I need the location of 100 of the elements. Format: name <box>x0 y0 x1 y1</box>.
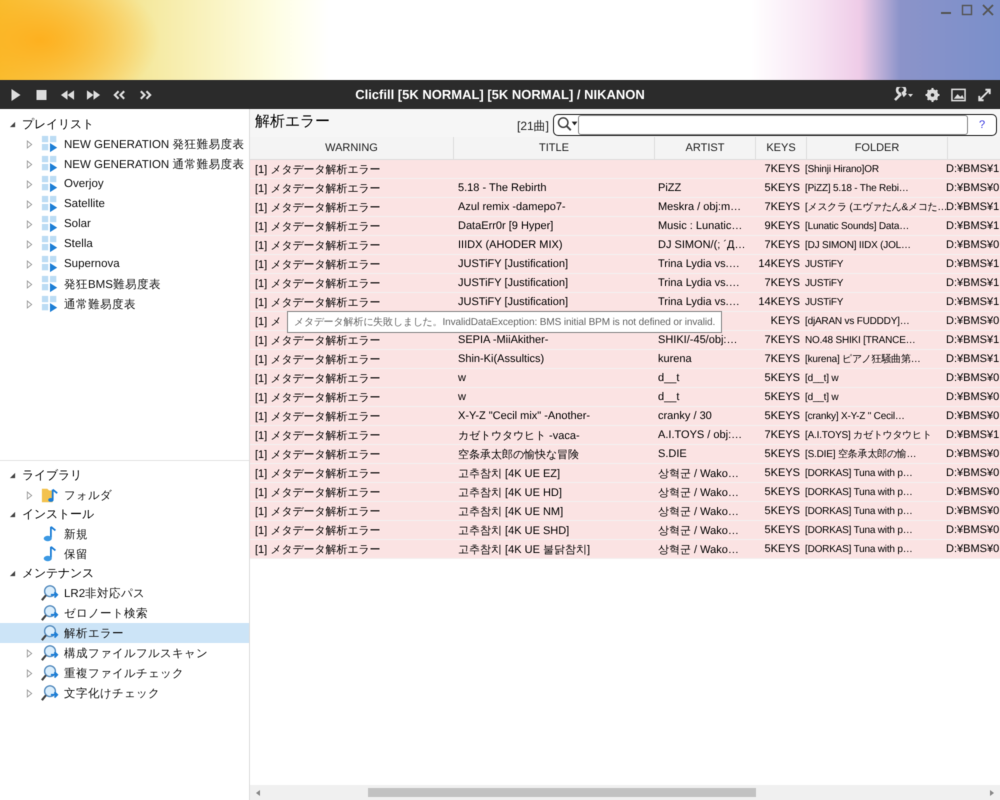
fast-forward-icon[interactable] <box>86 88 101 102</box>
expand-arrow-icon[interactable] <box>26 300 33 308</box>
expand-arrow-icon[interactable] <box>26 140 33 148</box>
expand-arrow-icon[interactable] <box>26 280 33 288</box>
search-icon[interactable] <box>556 116 578 133</box>
table-cell: D:¥BMS¥0 <box>946 524 1000 536</box>
column-header[interactable]: ARTIST <box>655 137 756 159</box>
magnifier-icon <box>40 664 60 682</box>
column-header[interactable]: TITLE <box>454 137 655 159</box>
tree-item[interactable]: NEW GENERATION 発狂難易度表 <box>0 134 249 154</box>
table-cell: JUSTiFY <box>805 258 844 270</box>
tree-group[interactable]: メンテナンス <box>22 565 94 582</box>
magnifier-icon <box>40 644 60 662</box>
tree-group[interactable]: プレイリスト <box>22 116 94 133</box>
close-icon[interactable] <box>982 4 994 16</box>
tree-item[interactable]: Solar <box>0 214 249 234</box>
scrollbar-thumb[interactable] <box>368 788 756 797</box>
table-cell: JUSTiFY [Justification] <box>458 296 568 308</box>
table-cell: D:¥BMS¥0 <box>946 505 1000 517</box>
tree-item[interactable]: 保留 <box>0 544 249 564</box>
table-cell: D:¥BMS¥0 <box>946 239 1000 251</box>
tree-item[interactable]: NEW GENERATION 通常難易度表 <box>0 154 249 174</box>
maximize-icon[interactable] <box>961 4 973 16</box>
scroll-right-icon[interactable] <box>988 788 996 796</box>
rewind-icon[interactable] <box>60 88 75 102</box>
table-cell: IIIDX (AHODER MIX) <box>458 239 563 251</box>
table-cell: D:¥BMS¥1 <box>946 163 1000 175</box>
tree-item[interactable]: Stella <box>0 234 249 254</box>
search-field[interactable]: ? <box>553 114 997 136</box>
table-cell: D:¥BMS¥1 <box>946 201 1000 213</box>
stop-icon[interactable] <box>34 88 49 102</box>
expand-arrow-icon[interactable] <box>26 490 33 500</box>
tree-group[interactable]: インストール <box>22 506 94 523</box>
tree-item[interactable]: 文字化けチェック <box>0 683 249 703</box>
expand-arrow-icon[interactable] <box>26 648 33 658</box>
next-icon[interactable] <box>138 88 153 102</box>
table-cell: DJ SIMON/(; ´Д… <box>658 239 746 251</box>
collapse-arrow-icon[interactable] <box>9 121 16 128</box>
tree-item[interactable]: 解析エラー <box>0 623 249 643</box>
expand-arrow-icon[interactable] <box>26 668 33 678</box>
table-cell-text: [1] メタデータ解析エラー <box>255 334 380 348</box>
table-cell: D:¥BMS¥1 <box>946 220 1000 232</box>
table-cell: Shin-Ki(Assultics) <box>458 353 544 365</box>
help-link[interactable]: ? <box>968 118 996 130</box>
table-cell: 5KEYS <box>764 391 800 403</box>
previous-icon[interactable] <box>112 88 127 102</box>
table-cell: DataErr0r [9 Hyper] <box>458 220 554 232</box>
table-cell: [DORKAS] Tuna with p… <box>805 524 913 536</box>
table-cell-text: [1] メタデータ解析エラー <box>255 220 380 234</box>
expand-arrow-icon[interactable] <box>26 240 33 248</box>
tree-item[interactable]: 新規 <box>0 524 249 544</box>
table-cell: 5.18 - The Rebirth <box>458 182 546 194</box>
image-icon[interactable] <box>951 88 966 102</box>
table-cell: D:¥BMS¥0 <box>946 372 1000 384</box>
settings-icon[interactable] <box>925 88 940 102</box>
expand-arrow-icon[interactable] <box>26 260 33 268</box>
tree-item[interactable]: 通常難易度表 <box>0 294 249 314</box>
tree-item[interactable]: Supernova <box>0 254 249 274</box>
table-cell-text: 空条承太郎の愉快な冒険 <box>458 448 579 462</box>
expand-icon[interactable] <box>977 88 992 102</box>
table-cell-text: [1] メタデータ解析エラー <box>255 524 380 538</box>
playlist-icon <box>40 295 60 313</box>
tree-item[interactable]: 構成ファイルフルスキャン <box>0 643 249 663</box>
expand-arrow-icon[interactable] <box>26 688 33 698</box>
tree-item[interactable]: 発狂BMS難易度表 <box>0 274 249 294</box>
tree-group[interactable]: ライブラリ <box>22 467 82 484</box>
collapse-arrow-icon[interactable] <box>9 570 16 577</box>
collapse-arrow-icon[interactable] <box>9 511 16 518</box>
tree-item[interactable]: フォルダ <box>0 485 249 505</box>
playlist-icon <box>40 215 60 233</box>
table-cell: Trina Lydia vs.… <box>658 258 740 270</box>
table-cell-text: 상혁군 / Wako… <box>658 542 739 556</box>
magnifier-icon <box>40 584 60 602</box>
horizontal-scrollbar[interactable] <box>250 785 1000 800</box>
tree-item[interactable]: ゼロノート検索 <box>0 603 249 623</box>
expand-arrow-icon[interactable] <box>26 220 33 228</box>
table-cell: 7KEYS <box>764 239 800 251</box>
column-header[interactable]: WARNING <box>250 137 454 159</box>
table-cell-text: [1] メタデータ解析エラー <box>255 390 380 404</box>
tree-item[interactable]: Overjoy <box>0 174 249 194</box>
table-cell: D:¥BMS¥1 <box>946 296 1000 308</box>
table-cell-text: 고추참치 [4K UE 불닭참치] <box>458 542 590 556</box>
scroll-left-icon[interactable] <box>254 788 262 796</box>
table-cell: SEPIA -MiiAkither- <box>458 334 548 346</box>
table-cell: w <box>458 391 466 403</box>
collapse-arrow-icon[interactable] <box>9 472 16 479</box>
expand-arrow-icon[interactable] <box>26 160 33 168</box>
tree-item[interactable]: Satellite <box>0 194 249 214</box>
expand-arrow-icon[interactable] <box>26 200 33 208</box>
table-cell: NO.48 SHIKI [TRANCE… <box>805 334 916 346</box>
table-cell: d__t <box>658 372 680 384</box>
expand-arrow-icon[interactable] <box>26 180 33 188</box>
tree-item[interactable]: LR2非対応パス <box>0 583 249 603</box>
table-cell: [PiZZ] 5.18 - The Rebi… <box>805 182 909 194</box>
table-cell-text: [1] メタデータ解析エラー <box>255 542 380 556</box>
table-cell: Meskra / obj:m… <box>658 201 742 213</box>
playlist-icon <box>40 195 60 213</box>
column-header[interactable]: KEYS <box>756 137 807 159</box>
column-header[interactable]: FOLDER <box>807 137 948 159</box>
tree-item[interactable]: 重複ファイルチェック <box>0 663 249 683</box>
